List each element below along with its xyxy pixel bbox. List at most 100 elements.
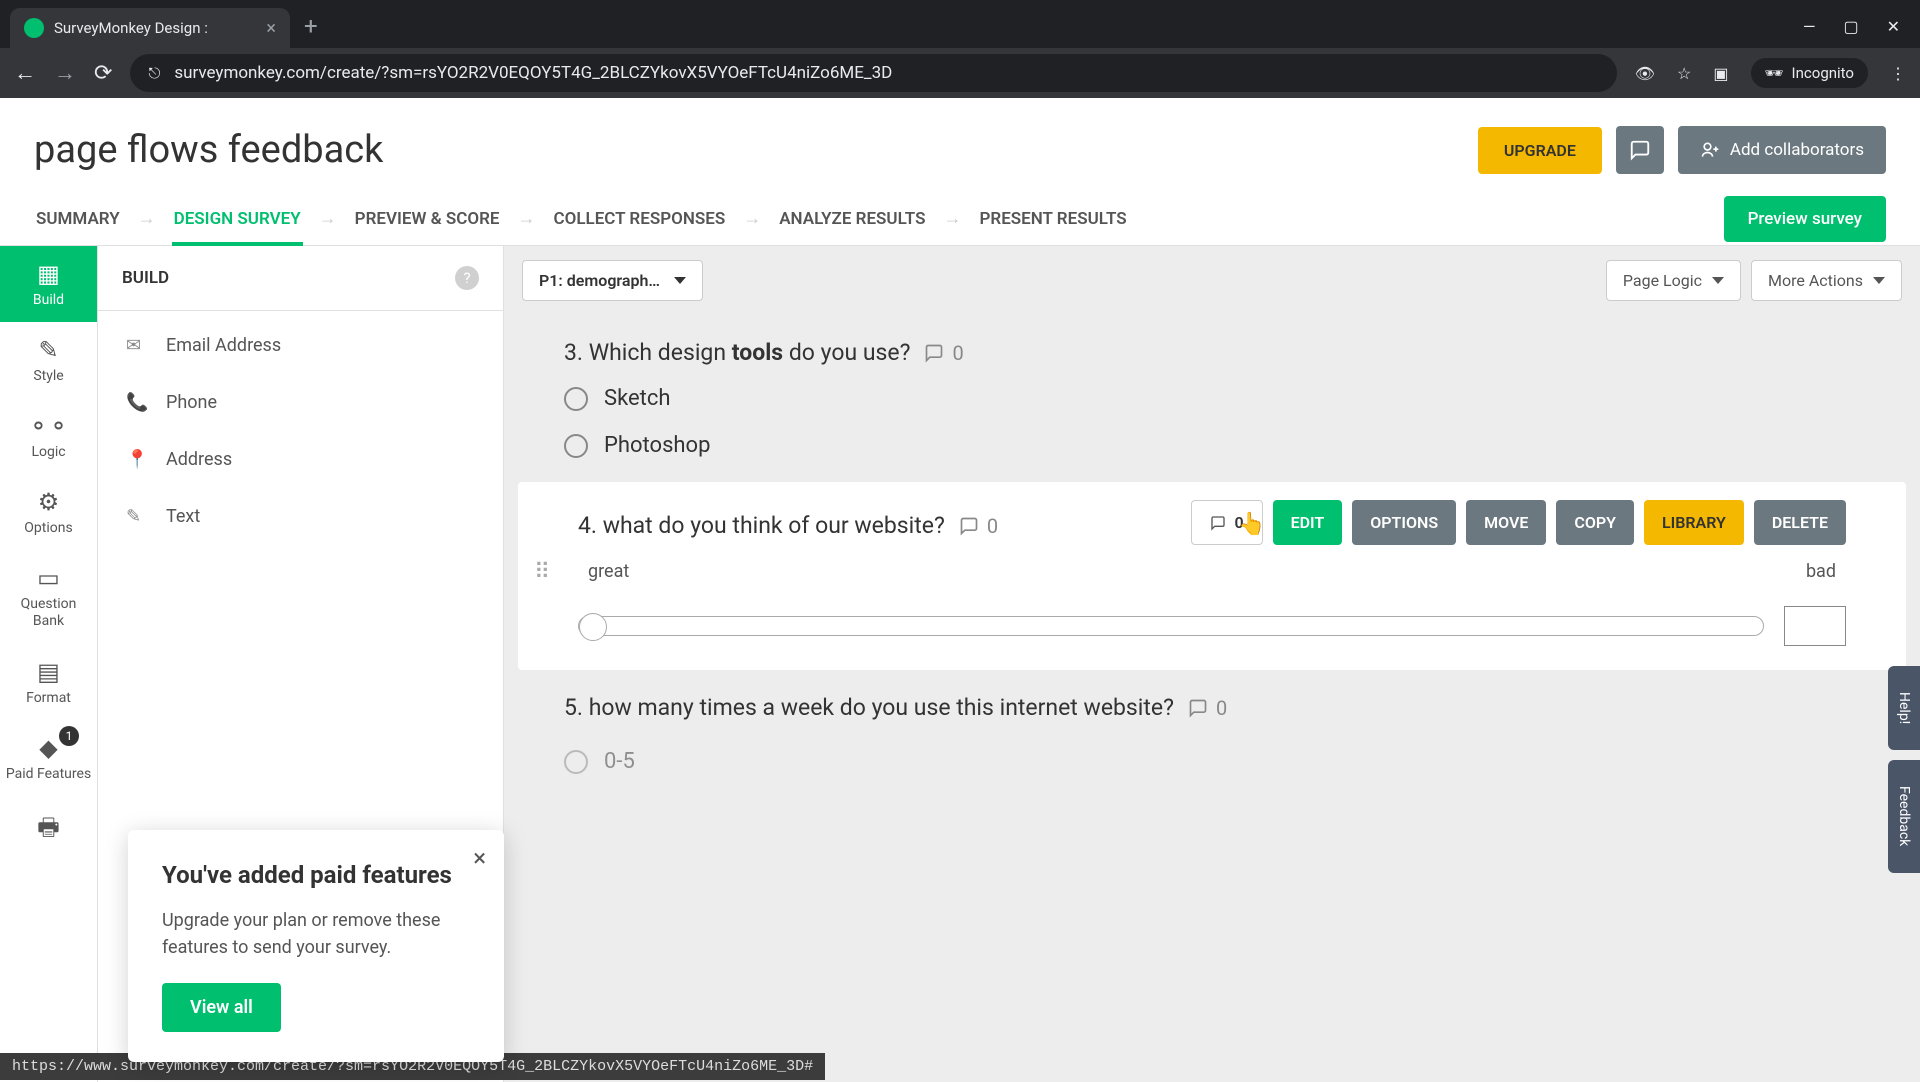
window-controls: — ▢ ✕ <box>1803 17 1920 36</box>
chat-icon <box>1629 139 1651 161</box>
library-button[interactable]: LIBRARY <box>1644 500 1744 545</box>
lock-icon: ⎋ <box>148 64 160 82</box>
drag-handle-icon[interactable]: ⠿ <box>534 560 552 585</box>
slider-thumb[interactable] <box>579 613 607 641</box>
slider-labels: great bad <box>578 561 1846 582</box>
logic-icon: ⚬⚬ <box>28 412 68 440</box>
question-actions: 0 EDIT OPTIONS MOVE COPY LIBRARY DELETE <box>1191 500 1846 545</box>
add-collaborators-button[interactable]: Add collaborators <box>1678 126 1886 174</box>
edit-button[interactable]: EDIT <box>1273 500 1343 545</box>
rail-format[interactable]: ▤Format <box>0 644 97 720</box>
tab-preview-score[interactable]: PREVIEW & SCORE <box>353 192 502 245</box>
radio-option[interactable]: 0-5 <box>564 749 1860 774</box>
comment-count[interactable]: 0 <box>1188 696 1227 720</box>
popup-body: Upgrade your plan or remove these featur… <box>162 907 470 961</box>
question-title: 4. what do you think of our website? 0 <box>578 512 998 539</box>
arrow-icon: → <box>743 208 761 229</box>
left-rail: ▦Build ✎Style ⚬⚬Logic ⚙Options ▭Question… <box>0 246 98 1082</box>
options-button[interactable]: OPTIONS <box>1352 500 1456 545</box>
tab-close-icon[interactable]: × <box>266 18 276 39</box>
menu-icon[interactable]: ⋮ <box>1890 64 1906 83</box>
copy-button[interactable]: COPY <box>1556 500 1634 545</box>
slider[interactable] <box>578 606 1846 646</box>
radio-icon <box>564 434 588 458</box>
sidebar-item-address[interactable]: 📍Address <box>98 431 503 488</box>
pin-icon: 📍 <box>126 449 148 470</box>
badge: 1 <box>59 726 79 746</box>
close-icon[interactable]: × <box>473 844 486 872</box>
question-title: 5. how many times a week do you use this… <box>564 694 1860 721</box>
rail-print[interactable]: 🖶 <box>0 796 97 865</box>
minimize-icon[interactable]: — <box>1803 17 1816 36</box>
help-icon[interactable]: ? <box>455 266 479 290</box>
tab-design-survey[interactable]: DESIGN SURVEY <box>172 192 303 245</box>
rail-paid-features[interactable]: 1◆Paid Features <box>0 720 97 797</box>
tab-present-results[interactable]: PRESENT RESULTS <box>978 192 1129 245</box>
sidebar-item-phone[interactable]: 📞Phone <box>98 374 503 431</box>
side-tabs: Help! Feedback <box>1888 666 1920 873</box>
maximize-icon[interactable]: ▢ <box>1843 17 1858 36</box>
tab-collect-responses[interactable]: COLLECT RESPONSES <box>552 192 728 245</box>
chat-icon <box>1210 515 1226 531</box>
text-icon: ✎ <box>126 506 148 527</box>
rail-logic[interactable]: ⚬⚬Logic <box>0 398 97 474</box>
tab-analyze-results[interactable]: ANALYZE RESULTS <box>777 192 927 245</box>
chevron-down-icon <box>674 277 686 284</box>
feedback-tab[interactable]: Feedback <box>1888 760 1920 872</box>
sidebar-list: ✉Email Address 📞Phone 📍Address ✎Text <box>98 311 503 551</box>
rail-question-bank[interactable]: ▭Question Bank <box>0 550 97 644</box>
arrow-icon: → <box>944 208 962 229</box>
move-button[interactable]: MOVE <box>1466 500 1546 545</box>
preview-survey-button[interactable]: Preview survey <box>1724 196 1886 242</box>
rail-style[interactable]: ✎Style <box>0 322 97 398</box>
panel-icon[interactable]: ▣ <box>1713 64 1728 83</box>
comments-button[interactable] <box>1616 126 1664 174</box>
page-logic-button[interactable]: Page Logic <box>1606 260 1741 301</box>
comment-count[interactable]: 0 <box>959 514 998 538</box>
comment-button[interactable]: 0 <box>1191 500 1262 545</box>
comment-count[interactable]: 0 <box>924 341 963 365</box>
radio-icon <box>564 387 588 411</box>
page-selector[interactable]: P1: demograph… <box>522 260 703 301</box>
tab-favicon <box>24 18 44 38</box>
question-3[interactable]: 3. Which design tools do you use? 0 Sket… <box>504 315 1920 482</box>
question-options: 0-5 <box>564 749 1860 774</box>
rail-build[interactable]: ▦Build <box>0 246 97 322</box>
browser-tab[interactable]: SurveyMonkey Design : × <box>10 8 290 48</box>
build-icon: ▦ <box>37 260 60 288</box>
sidebar-item-email[interactable]: ✉Email Address <box>98 317 503 374</box>
star-icon[interactable]: ☆ <box>1677 64 1691 83</box>
tab-title: SurveyMonkey Design : <box>54 19 208 37</box>
new-tab-button[interactable]: + <box>304 12 318 40</box>
chevron-down-icon <box>1712 277 1724 284</box>
tabs-nav: SUMMARY → DESIGN SURVEY → PREVIEW & SCOR… <box>0 192 1920 246</box>
question-4[interactable]: ⠿ 4. what do you think of our website? 0… <box>518 482 1906 670</box>
more-actions-button[interactable]: More Actions <box>1751 260 1902 301</box>
question-5[interactable]: 5. how many times a week do you use this… <box>504 670 1920 778</box>
tab-summary[interactable]: SUMMARY <box>34 192 122 245</box>
close-window-icon[interactable]: ✕ <box>1887 17 1900 36</box>
radio-option[interactable]: Sketch <box>564 386 1860 411</box>
mail-icon: ✉ <box>126 335 148 356</box>
canvas-toolbar: P1: demograph… Page Logic More Actions <box>504 246 1920 315</box>
reload-icon[interactable]: ⟳ <box>94 61 112 86</box>
back-icon[interactable]: ← <box>14 60 36 86</box>
format-icon: ▤ <box>37 658 60 686</box>
radio-option[interactable]: Photoshop <box>564 433 1860 458</box>
slider-value-input[interactable] <box>1784 606 1846 646</box>
sidebar-header: BUILD ? <box>98 246 503 311</box>
eye-off-icon[interactable]: 👁 <box>1635 64 1655 83</box>
help-tab[interactable]: Help! <box>1888 666 1920 750</box>
slider-track[interactable] <box>578 616 1764 636</box>
view-all-button[interactable]: View all <box>162 983 281 1032</box>
incognito-badge[interactable]: 🕶 Incognito <box>1751 58 1869 88</box>
upgrade-button[interactable]: UPGRADE <box>1478 127 1602 174</box>
rail-options[interactable]: ⚙Options <box>0 474 97 550</box>
delete-button[interactable]: DELETE <box>1754 500 1846 545</box>
arrow-icon: → <box>138 208 156 229</box>
url-field[interactable]: ⎋ surveymonkey.com/create/?sm=rsYO2R2V0E… <box>130 54 1616 92</box>
browser-tab-strip: SurveyMonkey Design : × + — ▢ ✕ <box>0 0 1920 48</box>
forward-icon[interactable]: → <box>54 60 76 86</box>
user-plus-icon <box>1700 140 1720 160</box>
sidebar-item-text[interactable]: ✎Text <box>98 488 503 545</box>
